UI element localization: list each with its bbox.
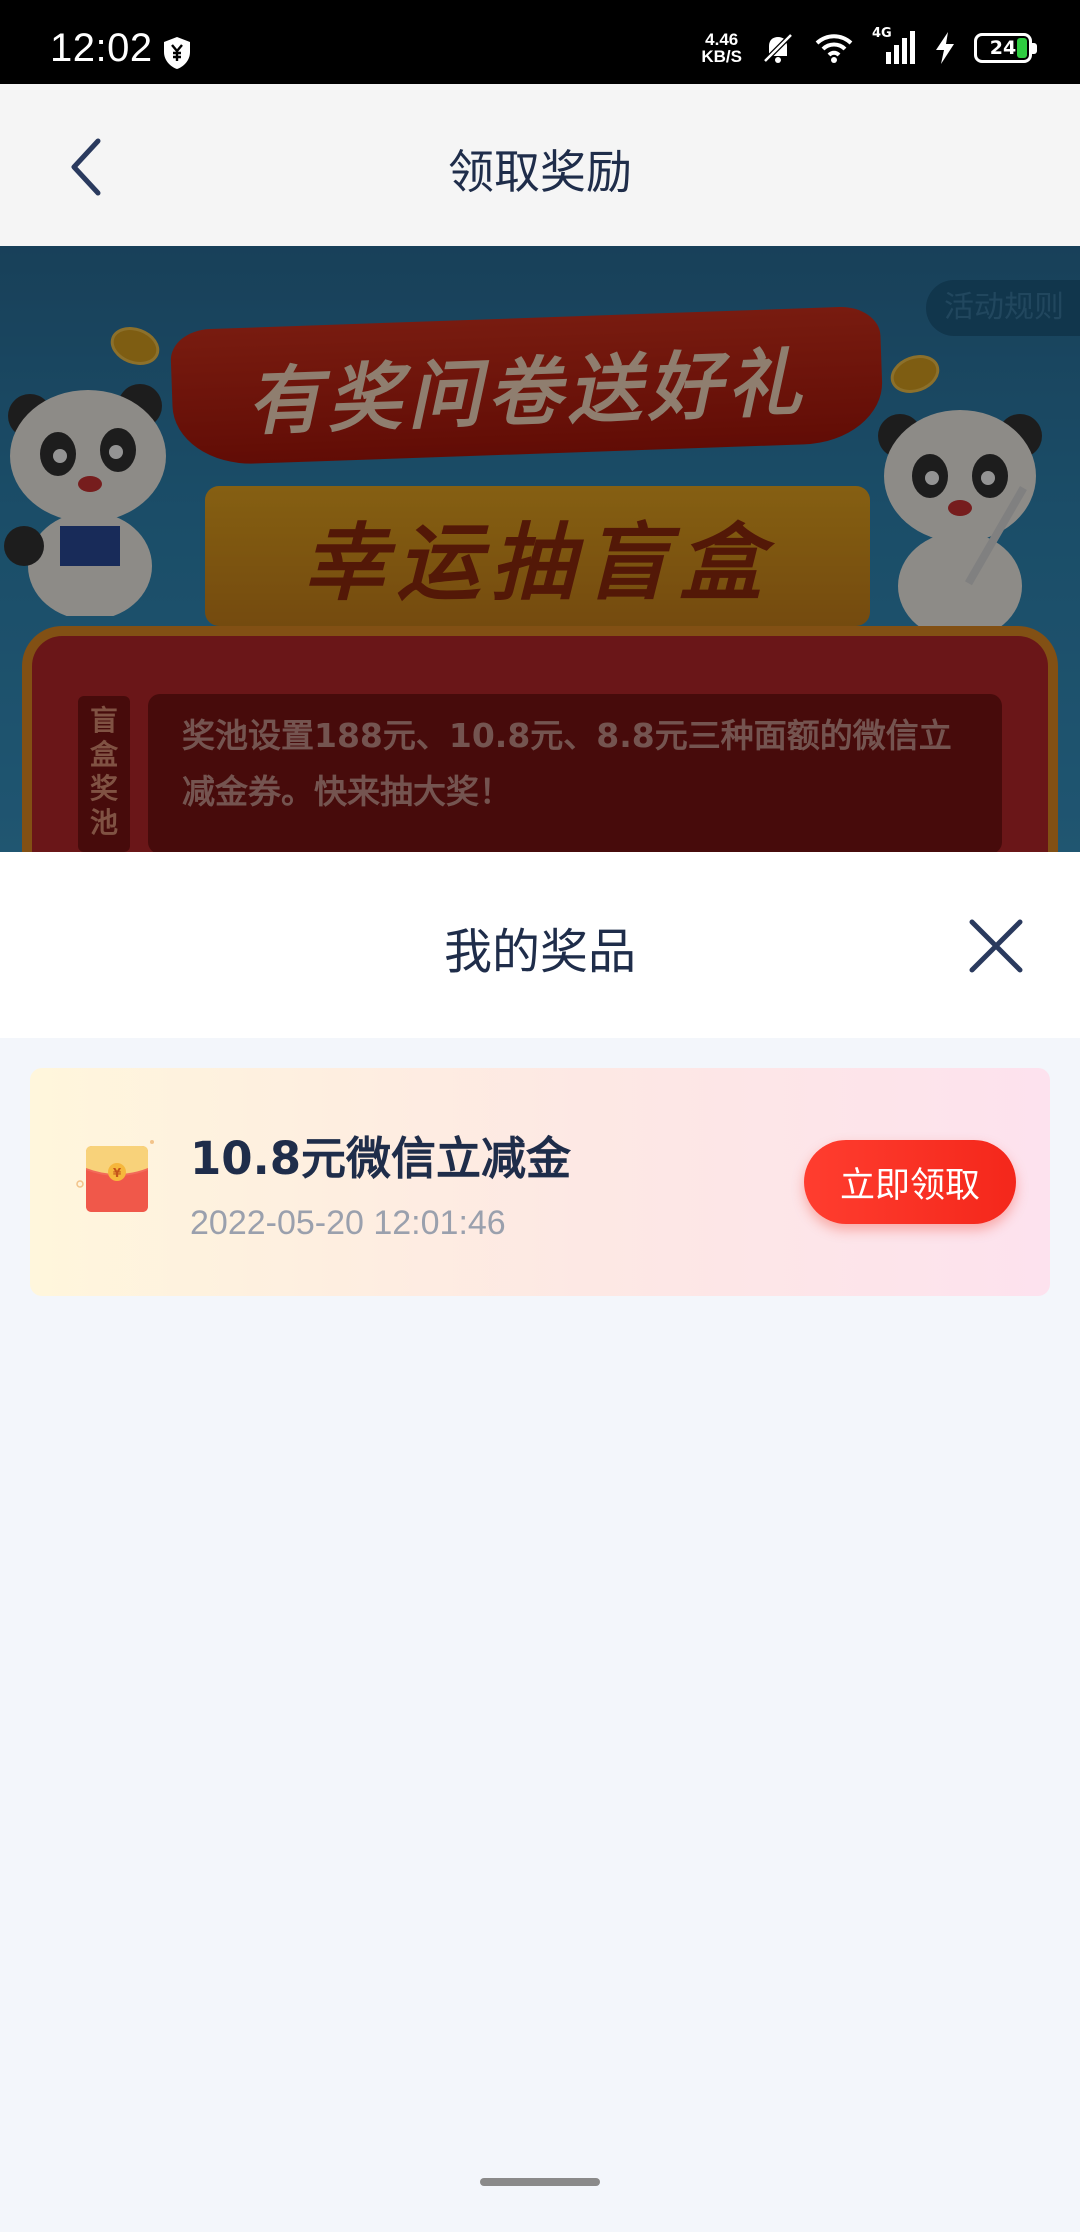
sheet-title: 我的奖品 (443, 924, 636, 980)
battery-fill (1017, 38, 1027, 58)
close-icon (969, 919, 1023, 973)
status-bar: 12:02 4.46 KB/S 4G 24 (0, 0, 1080, 84)
prize-card: ¥ 10.8元微信立减金 2022-05-20 12:01:46 立即领取 (30, 1068, 1050, 1296)
net-speed-unit: KB/S (701, 47, 742, 66)
nav-header: 领取奖励 (0, 84, 1080, 246)
claim-now-button[interactable]: 立即领取 (804, 1140, 1016, 1224)
cellular-signal: 4G (872, 26, 916, 66)
mute-bell-icon (763, 33, 793, 63)
prize-name: 10.8元微信立减金 (190, 1132, 572, 1185)
charging-bolt-icon (936, 32, 954, 64)
battery-level: 24 (989, 37, 1017, 59)
status-icons: 4.46 KB/S 4G 24 (701, 26, 1037, 68)
shield-yen-icon (164, 37, 190, 69)
status-time: 12:02 (50, 26, 153, 70)
red-envelope-icon: ¥ (76, 1140, 154, 1212)
home-indicator[interactable] (480, 2178, 600, 2186)
prizes-sheet-header: 我的奖品 (0, 852, 1080, 1038)
svg-text:¥: ¥ (113, 1166, 122, 1180)
wifi-icon (815, 34, 853, 63)
close-button[interactable] (966, 916, 1026, 976)
battery-icon: 24 (974, 33, 1037, 63)
network-speed: 4.46 KB/S (701, 31, 742, 65)
prize-timestamp: 2022-05-20 12:01:46 (190, 1204, 506, 1242)
net-speed-value: 4.46 (705, 30, 739, 49)
page-title: 领取奖励 (448, 145, 632, 199)
signal-label: 4G (872, 26, 892, 41)
campaign-banner: 活动规则 有奖问卷送好礼 幸运抽盲盒 盲盒奖池 奖池设置188元、10.8元、8… (0, 246, 1080, 852)
modal-overlay[interactable] (0, 246, 1080, 852)
